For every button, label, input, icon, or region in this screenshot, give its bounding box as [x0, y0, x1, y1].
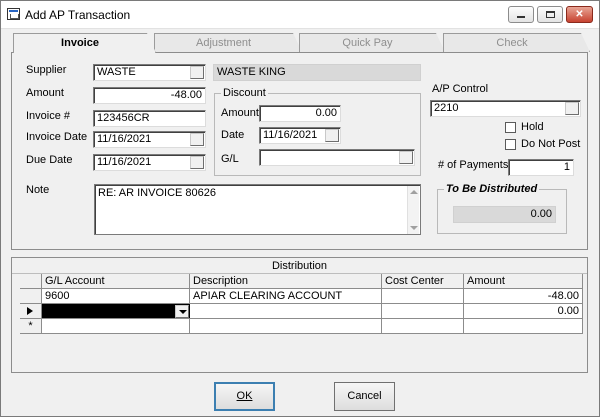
invoice-date-label: Invoice Date [26, 131, 88, 143]
current-row-icon [27, 307, 33, 315]
note-value: RE: AR INVOICE 80626 [98, 187, 216, 199]
distribution-title: Distribution [12, 258, 587, 274]
cancel-button-label: Cancel [347, 390, 382, 402]
app-form-icon [7, 8, 20, 20]
invoice-date-value: 11/16/2021 [97, 133, 152, 145]
table-row[interactable]: 9600 APIAR CLEARING ACCOUNT -48.00 [20, 289, 583, 304]
ap-control-field[interactable]: 2210 [430, 100, 581, 117]
invoice-number-field[interactable]: 123456CR [93, 110, 206, 127]
ok-button-label: OK [236, 390, 253, 402]
tab-invoice[interactable]: Invoice [13, 33, 156, 53]
discount-gl-lookup-button[interactable] [399, 151, 413, 164]
do-not-post-label: Do Not Post [521, 138, 581, 150]
number-of-payments-label: # of Payments [438, 159, 509, 171]
cost-center-cell[interactable] [382, 304, 464, 319]
due-date-field[interactable]: 11/16/2021 [93, 154, 206, 171]
discount-date-label: Date [221, 129, 245, 141]
due-date-picker-button[interactable] [190, 156, 204, 169]
discount-amount-value: 0.00 [315, 107, 337, 119]
discount-amount-field[interactable]: 0.00 [259, 105, 341, 122]
new-row-marker[interactable]: * [20, 319, 42, 334]
discount-amount-label: Amount [221, 107, 259, 119]
minimize-button[interactable] [508, 6, 534, 23]
supplier-name-value: WASTE KING [217, 66, 286, 78]
amount-cell[interactable]: -48.00 [464, 289, 583, 304]
distribution-panel: Distribution G/L Account Description Cos… [11, 257, 588, 373]
gl-account-cell-value [42, 304, 45, 316]
do-not-post-checkbox[interactable] [505, 139, 516, 150]
amount-label: Amount [26, 87, 64, 99]
hold-checkbox[interactable] [505, 122, 516, 133]
note-scrollbar[interactable] [407, 186, 419, 234]
maximize-icon [545, 11, 555, 18]
discount-date-value: 11/16/2021 [263, 129, 318, 141]
description-cell[interactable]: APIAR CLEARING ACCOUNT [190, 289, 382, 304]
cancel-button[interactable]: Cancel [334, 382, 395, 411]
note-textarea[interactable]: RE: AR INVOICE 80626 [94, 184, 421, 235]
grid-corner [20, 274, 42, 289]
gl-account-dropdown-button[interactable] [175, 305, 189, 318]
invoice-date-field[interactable]: 11/16/2021 [93, 131, 206, 148]
number-of-payments-field[interactable]: 1 [508, 159, 574, 176]
column-header-gl-account[interactable]: G/L Account [42, 274, 190, 289]
row-header[interactable] [20, 289, 42, 304]
scroll-down-icon[interactable] [410, 226, 418, 230]
supplier-code-value: WASTE [97, 66, 136, 78]
amount-cell[interactable] [464, 319, 583, 334]
scroll-up-icon[interactable] [410, 190, 418, 194]
title-bar[interactable]: Add AP Transaction ✕ [1, 1, 599, 29]
minimize-icon [517, 16, 525, 18]
to-be-distributed-value: 0.00 [530, 208, 552, 220]
number-of-payments-value: 1 [563, 161, 570, 173]
to-be-distributed-legend: To Be Distributed [444, 183, 540, 195]
add-ap-transaction-window: Add AP Transaction ✕ Invoice Adjustment … [0, 0, 600, 417]
tab-quick-pay[interactable]: Quick Pay [299, 33, 445, 52]
table-row-current[interactable]: 0.00 [20, 304, 583, 319]
table-row-new[interactable]: * [20, 319, 583, 334]
cost-center-cell[interactable] [382, 289, 464, 304]
ok-button[interactable]: OK [214, 382, 275, 411]
tab-check[interactable]: Check [443, 33, 590, 52]
due-date-label: Due Date [26, 154, 73, 166]
tab-adjustment[interactable]: Adjustment [154, 33, 302, 52]
maximize-button[interactable] [537, 6, 563, 23]
due-date-value: 11/16/2021 [97, 156, 152, 168]
ap-control-value: 2210 [434, 102, 459, 114]
discount-date-picker-button[interactable] [325, 129, 339, 142]
discount-gl-label: G/L [221, 153, 239, 165]
supplier-label: Supplier [26, 64, 67, 76]
ap-control-lookup-button[interactable] [565, 102, 579, 115]
close-button[interactable]: ✕ [566, 6, 593, 23]
discount-date-field[interactable]: 11/16/2021 [259, 127, 341, 144]
hold-label: Hold [521, 121, 544, 133]
amount-cell[interactable]: 0.00 [464, 304, 583, 319]
invoice-date-picker-button[interactable] [190, 133, 204, 146]
column-header-cost-center[interactable]: Cost Center [382, 274, 464, 289]
invoice-number-value: 123456CR [97, 112, 150, 124]
description-cell[interactable] [190, 304, 382, 319]
gl-account-cell[interactable] [42, 319, 190, 334]
description-cell[interactable] [190, 319, 382, 334]
close-icon: ✕ [575, 9, 584, 20]
supplier-lookup-button[interactable] [190, 66, 204, 79]
discount-legend: Discount [221, 87, 268, 99]
amount-field[interactable]: -48.00 [93, 87, 206, 104]
cost-center-cell[interactable] [382, 319, 464, 334]
supplier-name-field: WASTE KING [213, 64, 421, 81]
note-label: Note [26, 184, 50, 196]
gl-account-cell-editing[interactable] [42, 304, 190, 319]
amount-value: -48.00 [170, 89, 202, 101]
to-be-distributed-field: 0.00 [453, 206, 556, 223]
row-header[interactable] [20, 304, 42, 319]
ap-control-label: A/P Control [432, 83, 489, 95]
invoice-number-label: Invoice # [26, 110, 71, 122]
grid-header-row: G/L Account Description Cost Center Amou… [20, 274, 583, 289]
supplier-code-field[interactable]: WASTE [93, 64, 206, 81]
chevron-down-icon [179, 310, 187, 314]
gl-account-cell[interactable]: 9600 [42, 289, 190, 304]
discount-gl-field[interactable] [259, 149, 415, 166]
column-header-amount[interactable]: Amount [464, 274, 583, 289]
column-header-description[interactable]: Description [190, 274, 382, 289]
window-title: Add AP Transaction [25, 8, 131, 22]
